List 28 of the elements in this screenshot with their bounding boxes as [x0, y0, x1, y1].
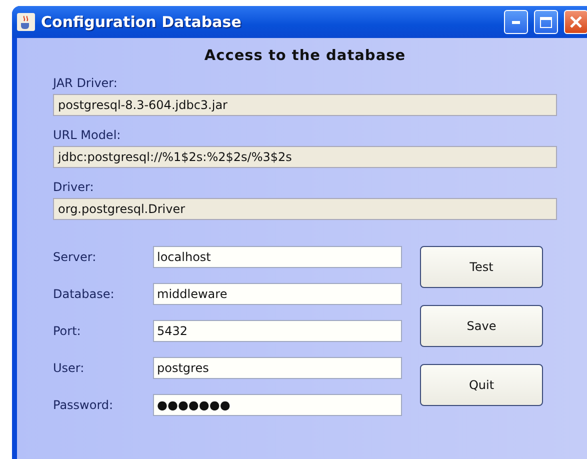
input-field[interactable]: postgres	[153, 357, 402, 379]
minimize-icon	[512, 20, 520, 24]
readonly-field[interactable]: jdbc:postgresql://%1$2s:%2$2s/%3$2s	[53, 146, 557, 168]
dialog-button[interactable]: Save	[420, 305, 543, 347]
readonly-field[interactable]: postgresql-8.3-604.jdbc3.jar	[53, 94, 557, 116]
input-field[interactable]: localhost	[153, 246, 402, 268]
field-label: Password:	[53, 398, 114, 412]
input-field[interactable]: ●●●●●●●	[153, 394, 402, 416]
field-label: User:	[53, 361, 86, 375]
readonly-field[interactable]: org.postgresql.Driver	[53, 198, 557, 220]
dialog-button[interactable]: Test	[420, 246, 543, 288]
field-label: Driver:	[53, 180, 95, 194]
field-label: Port:	[53, 324, 82, 338]
field-label: Database:	[53, 287, 116, 301]
maximize-button[interactable]	[534, 10, 558, 34]
maximize-icon	[540, 16, 552, 28]
field-label: JAR Driver:	[53, 76, 118, 90]
close-button[interactable]	[564, 10, 587, 34]
input-field[interactable]: middleware	[153, 283, 402, 305]
minimize-button[interactable]	[504, 10, 528, 34]
window-title: Configuration Database	[41, 13, 242, 31]
field-label: Server:	[53, 250, 98, 264]
dialog-heading: Access to the database	[203, 48, 407, 64]
coffee-cup-icon	[17, 13, 35, 31]
close-icon	[570, 16, 582, 28]
input-field[interactable]: 5432	[153, 320, 402, 342]
field-label: URL Model:	[53, 128, 122, 142]
dialog-button[interactable]: Quit	[420, 364, 543, 406]
